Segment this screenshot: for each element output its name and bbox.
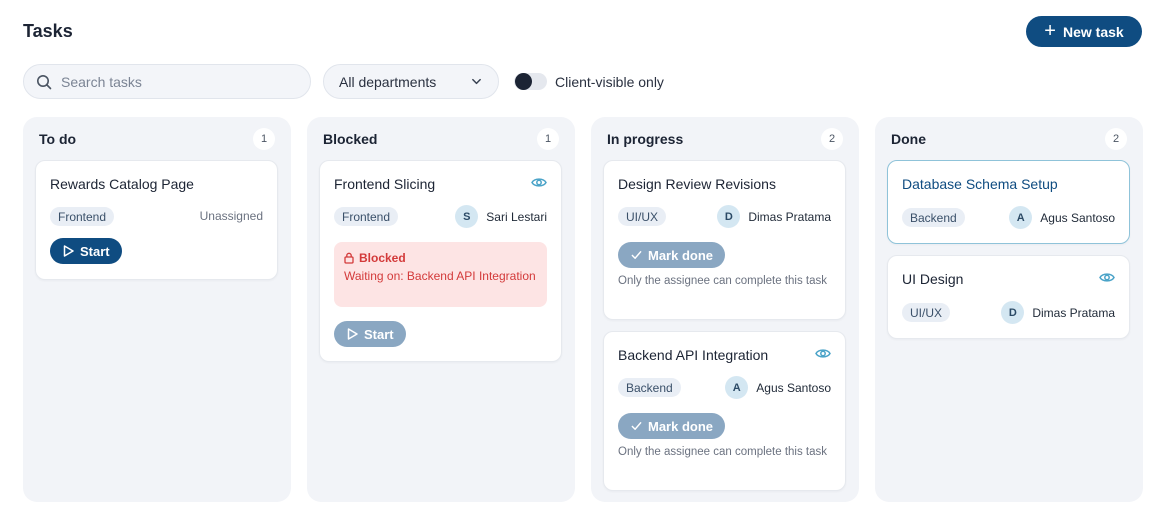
assignee: D Dimas Pratama <box>717 205 831 228</box>
column-title: Blocked <box>323 131 378 147</box>
lock-icon <box>344 252 354 264</box>
assignee: S Sari Lestari <box>455 205 547 228</box>
toggle-knob <box>515 73 532 90</box>
play-icon <box>63 245 74 257</box>
avatar: D <box>717 205 741 228</box>
column-blocked: Blocked 1 Frontend Slicing Frontend S Sa… <box>307 117 575 502</box>
avatar: S <box>455 205 479 228</box>
task-card-rewards-catalog-page[interactable]: Rewards Catalog Page Frontend Unassigned… <box>35 160 278 280</box>
task-title: Frontend Slicing <box>334 176 436 192</box>
department-tag: UI/UX <box>618 207 667 226</box>
department-tag: Frontend <box>50 207 115 226</box>
eye-icon[interactable] <box>1099 271 1115 284</box>
check-icon <box>631 422 642 430</box>
avatar: D <box>1001 301 1025 324</box>
task-title: Database Schema Setup <box>902 176 1058 192</box>
blocked-label: Blocked <box>359 251 406 265</box>
assignee: A Agus Santoso <box>725 376 831 399</box>
assignee-only-note: Only the assignee can complete this task <box>618 446 828 458</box>
task-title: Backend API Integration <box>618 347 769 363</box>
page-title: Tasks <box>23 21 73 41</box>
start-button-label: Start <box>80 243 110 259</box>
task-card-ui-design[interactable]: UI Design UI/UX D Dimas Pratama <box>887 255 1130 339</box>
task-card-frontend-slicing[interactable]: Frontend Slicing Frontend S Sari Lestari… <box>319 160 562 362</box>
assignee-name: Agus Santoso <box>756 380 831 395</box>
column-todo: To do 1 Rewards Catalog Page Frontend Un… <box>23 117 291 502</box>
search-input[interactable] <box>61 73 291 90</box>
assignee-name: Dimas Pratama <box>748 209 831 224</box>
eye-icon[interactable] <box>815 347 831 360</box>
department-select-value: All departments <box>339 73 437 90</box>
client-visible-toggle[interactable] <box>514 73 547 90</box>
column-count: 2 <box>1105 128 1127 150</box>
column-title: To do <box>39 131 77 147</box>
play-icon <box>347 328 358 340</box>
task-card-design-review-revisions[interactable]: Design Review Revisions UI/UX D Dimas Pr… <box>603 160 846 320</box>
column-count: 2 <box>821 128 843 150</box>
avatar: A <box>725 376 749 399</box>
column-done: Done 2 Database Schema Setup Backend A A… <box>875 117 1143 502</box>
column-title: In progress <box>607 131 684 147</box>
blocked-message: Waiting on: Backend API Integration <box>344 269 536 283</box>
column-title: Done <box>891 131 926 147</box>
assignee-only-note: Only the assignee can complete this task <box>618 275 828 287</box>
column-count: 1 <box>253 128 275 150</box>
chevron-down-icon <box>472 78 481 85</box>
toolbar: All departments Client-visible only <box>23 64 723 99</box>
search-box[interactable] <box>23 64 311 99</box>
department-select[interactable]: All departments <box>323 64 499 99</box>
eye-icon[interactable] <box>531 176 547 189</box>
avatar: A <box>1009 206 1033 229</box>
search-icon <box>37 74 52 89</box>
blocked-heading: Blocked <box>344 251 537 265</box>
mark-done-button[interactable]: Mark done <box>618 413 726 439</box>
task-title: Rewards Catalog Page <box>50 176 194 192</box>
mark-done-label: Mark done <box>648 247 714 263</box>
new-task-label: New task <box>1062 23 1124 40</box>
department-tag: Backend <box>618 378 681 397</box>
blocked-notice: Blocked Waiting on: Backend API Integrat… <box>334 242 547 307</box>
mark-done-label: Mark done <box>648 418 714 434</box>
check-icon <box>631 251 642 259</box>
assignee-name: Agus Santoso <box>1040 210 1115 225</box>
start-button[interactable]: Start <box>334 321 406 347</box>
department-tag: Backend <box>902 208 965 227</box>
column-count: 1 <box>537 128 559 150</box>
assignee-unassigned: Unassigned <box>199 209 263 223</box>
department-tag: Frontend <box>334 207 399 226</box>
assignee-name: Dimas Pratama <box>1032 305 1115 320</box>
page-header: Tasks + New task <box>23 14 1142 48</box>
mark-done-button[interactable]: Mark done <box>618 242 726 268</box>
assignee: D Dimas Pratama <box>1001 301 1115 324</box>
task-card-backend-api-integration[interactable]: Backend API Integration Backend A Agus S… <box>603 331 846 491</box>
start-button[interactable]: Start <box>50 238 122 264</box>
task-title: Design Review Revisions <box>618 176 776 192</box>
assignee-name: Sari Lestari <box>486 209 547 224</box>
client-visible-label: Client-visible only <box>555 74 664 90</box>
column-in-progress: In progress 2 Design Review Revisions UI… <box>591 117 859 502</box>
start-button-label: Start <box>364 326 394 342</box>
plus-icon: + <box>1044 19 1056 42</box>
department-tag: UI/UX <box>902 303 951 322</box>
task-title: UI Design <box>902 271 964 287</box>
task-card-database-schema-setup[interactable]: Database Schema Setup Backend A Agus San… <box>887 160 1130 244</box>
assignee: A Agus Santoso <box>1009 206 1115 229</box>
new-task-button[interactable]: + New task <box>1026 16 1142 47</box>
